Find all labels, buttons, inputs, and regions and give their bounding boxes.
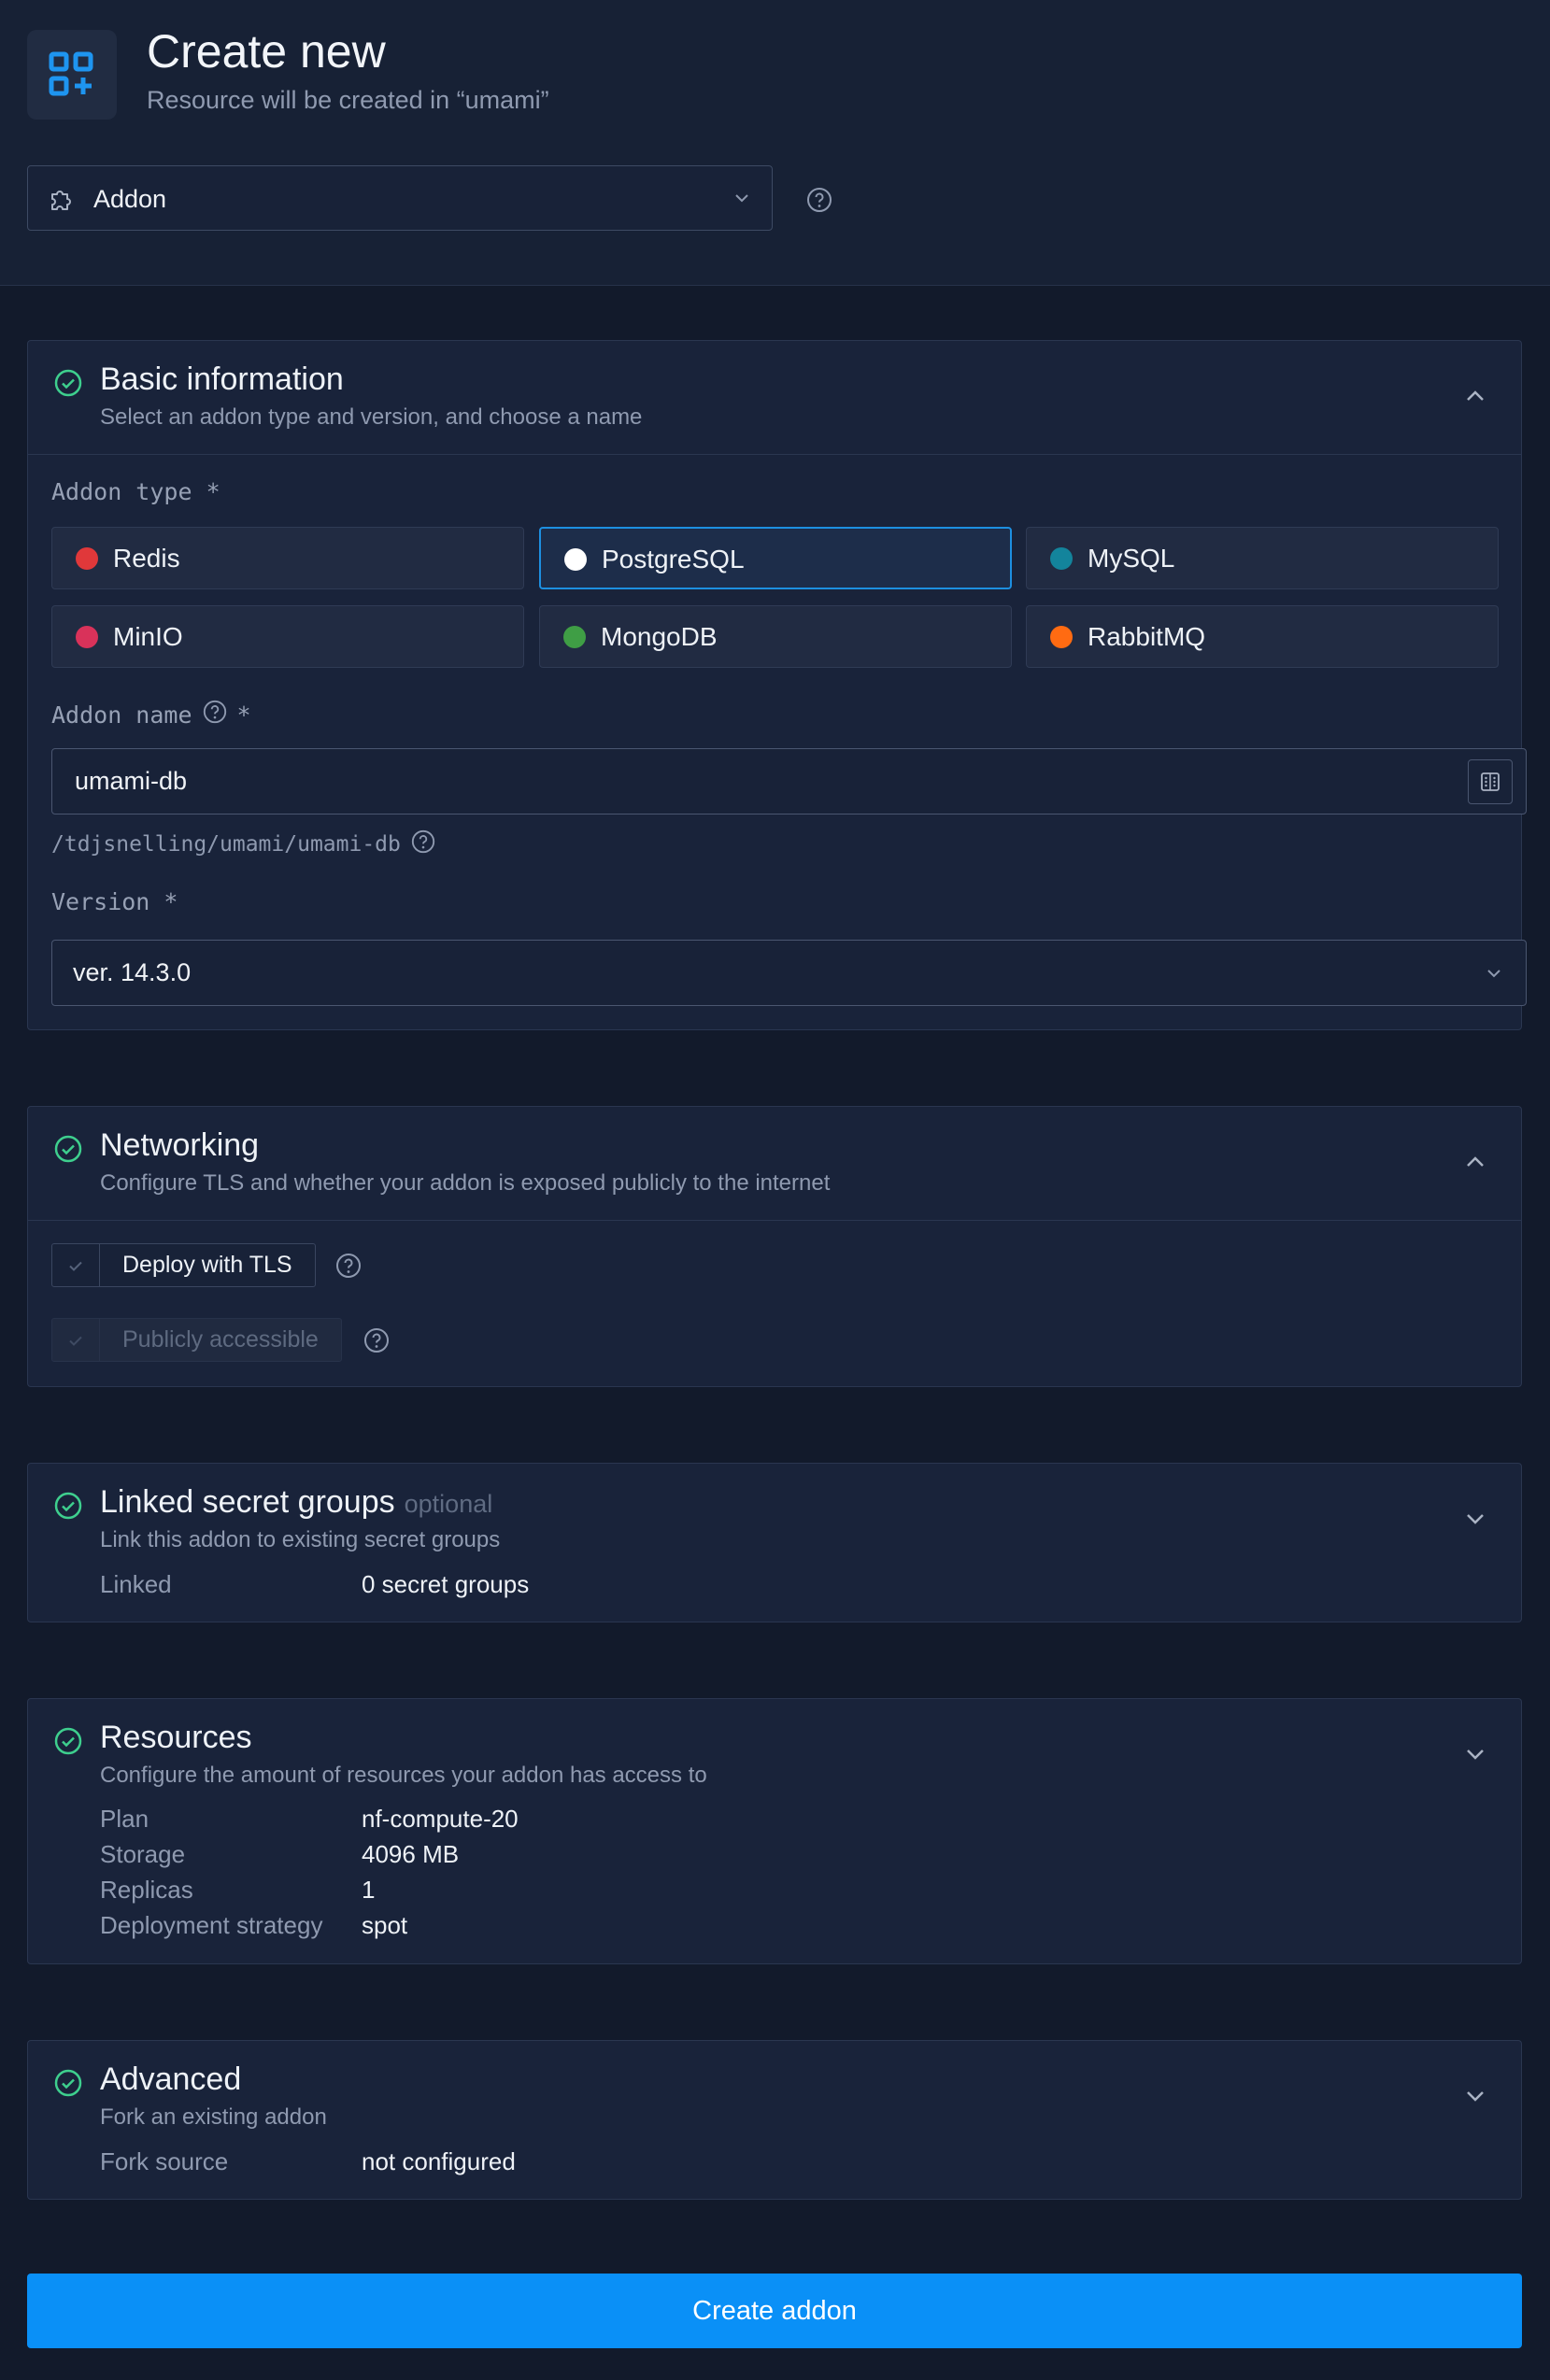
help-icon[interactable] bbox=[805, 186, 833, 219]
networking-panel: Networking Configure TLS and whether you… bbox=[27, 1106, 1522, 1387]
puzzle-icon bbox=[49, 186, 75, 217]
addon-type-mongodb[interactable]: MongoDB bbox=[539, 605, 1012, 668]
mysql-icon bbox=[1050, 547, 1073, 570]
version-value: ver. 14.3.0 bbox=[73, 958, 192, 986]
section-title: Resources bbox=[100, 1720, 252, 1755]
minio-icon bbox=[76, 626, 98, 648]
addon-type-rabbitmq[interactable]: RabbitMQ bbox=[1026, 605, 1499, 668]
chevron-down-icon[interactable] bbox=[1463, 1507, 1487, 1536]
section-title: Basic information bbox=[100, 361, 344, 397]
basic-information-header[interactable]: Basic information Select an addon type a… bbox=[28, 341, 1521, 455]
chevron-down-icon[interactable] bbox=[1463, 2084, 1487, 2113]
optional-tag: optional bbox=[404, 1490, 493, 1518]
tls-checkbox[interactable]: Deploy with TLS bbox=[51, 1243, 316, 1287]
addon-type-label: Addon type * bbox=[51, 478, 220, 505]
advanced-panel: Advanced Fork an existing addon Fork sou… bbox=[27, 2040, 1522, 2200]
help-icon[interactable] bbox=[410, 829, 436, 860]
postgresql-icon bbox=[564, 548, 587, 571]
section-title: Networking bbox=[100, 1127, 260, 1163]
mongodb-icon bbox=[563, 626, 586, 648]
section-description: Select an addon type and version, and ch… bbox=[100, 404, 643, 430]
section-description: Link this addon to existing secret group… bbox=[100, 1527, 501, 1552]
networking-header[interactable]: Networking Configure TLS and whether you… bbox=[28, 1107, 1521, 1221]
page-subtitle: Resource will be created in “umami” bbox=[147, 86, 549, 114]
chevron-down-icon[interactable] bbox=[1463, 1742, 1487, 1771]
linked-secret-groups-panel: Linked secret groups optional Link this a… bbox=[27, 1463, 1522, 1622]
check-circle-icon bbox=[53, 1726, 83, 1761]
check-circle-icon bbox=[53, 1491, 83, 1525]
create-addon-button[interactable]: Create addon bbox=[27, 2274, 1522, 2348]
resource-type-label: Addon bbox=[93, 185, 167, 213]
section-title: Linked secret groups optional bbox=[100, 1484, 493, 1520]
resources-panel: Resources Configure the amount of resour… bbox=[27, 1698, 1522, 1964]
add-grid-icon bbox=[27, 30, 117, 120]
section-description: Fork an existing addon bbox=[100, 2104, 327, 2130]
check-icon bbox=[52, 1244, 100, 1286]
help-icon[interactable] bbox=[202, 699, 228, 730]
addon-name-input[interactable]: umami-db bbox=[51, 748, 1527, 815]
chevron-down-icon bbox=[732, 189, 751, 212]
version-label: Version * bbox=[51, 888, 178, 915]
check-circle-icon bbox=[53, 2068, 83, 2103]
addon-path: /tdjsnelling/umami/umami-db bbox=[51, 829, 436, 860]
addon-type-mysql[interactable]: MySQL bbox=[1026, 527, 1499, 589]
section-title: Advanced bbox=[100, 2061, 242, 2097]
generate-name-icon[interactable] bbox=[1468, 759, 1513, 804]
help-icon[interactable] bbox=[363, 1326, 391, 1359]
addon-type-postgresql[interactable]: PostgreSQL bbox=[539, 527, 1012, 589]
help-icon[interactable] bbox=[334, 1252, 363, 1284]
resource-type-select[interactable]: Addon bbox=[27, 165, 773, 231]
addon-name-label: Addon name * bbox=[51, 699, 251, 730]
rabbitmq-icon bbox=[1050, 626, 1073, 648]
chevron-down-icon bbox=[1485, 964, 1503, 987]
linked-secret-groups-header[interactable]: Linked secret groups optional Link this a… bbox=[28, 1464, 1521, 1577]
tls-label: Deploy with TLS bbox=[122, 1252, 292, 1278]
page-header: Create new Resource will be created in “… bbox=[0, 0, 1550, 286]
public-checkbox[interactable]: Publicly accessible bbox=[51, 1318, 342, 1362]
advanced-header[interactable]: Advanced Fork an existing addon bbox=[28, 2041, 1521, 2154]
addon-name-value: umami-db bbox=[75, 767, 188, 795]
section-description: Configure TLS and whether your addon is … bbox=[100, 1170, 831, 1196]
resources-header[interactable]: Resources Configure the amount of resour… bbox=[28, 1699, 1521, 1812]
addon-type-minio[interactable]: MinIO bbox=[51, 605, 524, 668]
section-description: Configure the amount of resources your a… bbox=[100, 1763, 707, 1788]
basic-information-panel: Basic information Select an addon type a… bbox=[27, 340, 1527, 1030]
page-title: Create new bbox=[147, 25, 386, 78]
redis-icon bbox=[76, 547, 98, 570]
public-label: Publicly accessible bbox=[122, 1326, 319, 1353]
check-circle-icon bbox=[53, 368, 83, 403]
chevron-up-icon[interactable] bbox=[1463, 384, 1487, 413]
addon-type-redis[interactable]: Redis bbox=[51, 527, 524, 589]
check-circle-icon bbox=[53, 1134, 83, 1169]
chevron-up-icon[interactable] bbox=[1463, 1150, 1487, 1179]
version-select[interactable]: ver. 14.3.0 bbox=[51, 940, 1527, 1006]
check-icon bbox=[52, 1319, 100, 1361]
